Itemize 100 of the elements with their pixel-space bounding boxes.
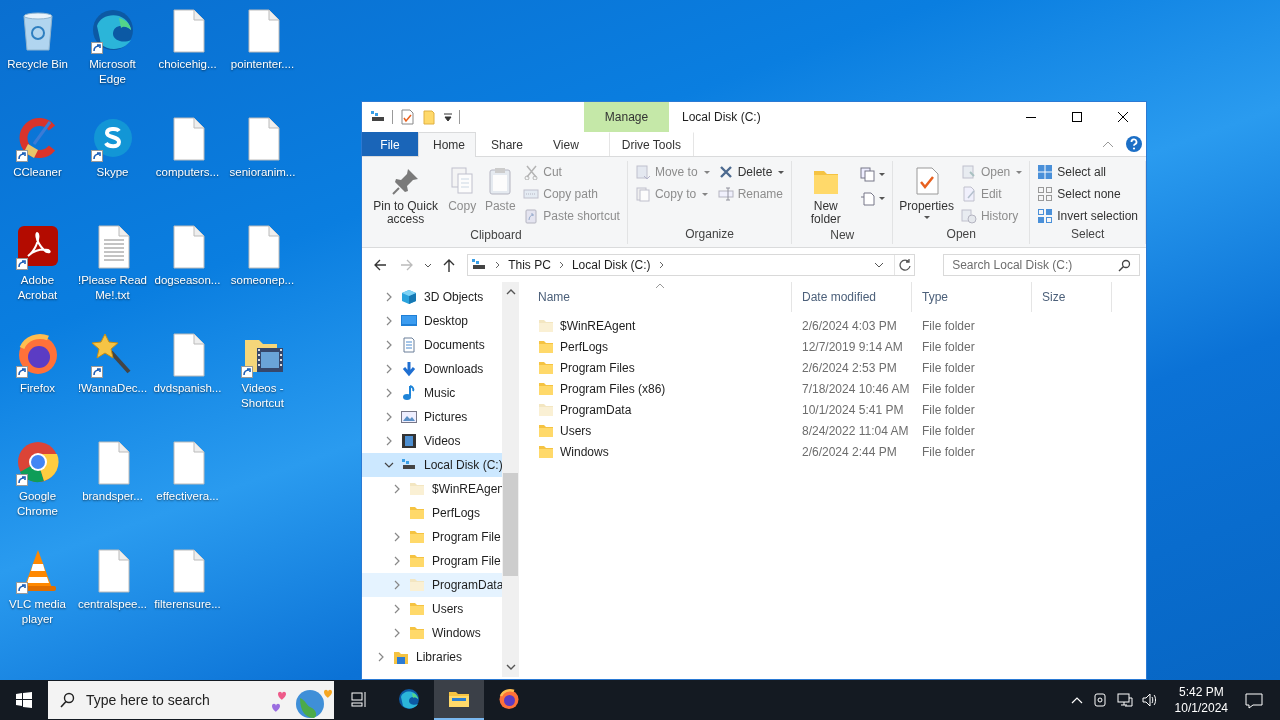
windows-logo-icon — [16, 692, 32, 708]
column-header[interactable]: Type — [912, 282, 1032, 312]
column-header[interactable]: Date modified — [792, 282, 912, 312]
scissors-icon — [523, 164, 540, 180]
chevron-right-icon — [392, 532, 402, 542]
desktop-icon-label[interactable]: Recycle Bin — [7, 57, 68, 72]
file-name[interactable]: Program Files — [560, 360, 635, 375]
file-name[interactable]: PerfLogs — [560, 339, 609, 354]
type-cell-text: File folder — [921, 318, 976, 333]
taskbar-search-field[interactable]: Type here to search — [86, 692, 246, 708]
desktop-icon-label[interactable]: !WannaDec... — [77, 381, 148, 396]
ribbon-button[interactable]: Pin to Quick access — [369, 161, 443, 228]
taskbar-search-box[interactable]: Type here to search — [48, 681, 334, 719]
type-cell-text: File folder — [921, 360, 976, 375]
tree-item[interactable]: ProgramData — [362, 573, 502, 597]
desktop-icon-label[interactable]: dvdspanish... — [153, 381, 222, 396]
desktop-icon-label[interactable]: Adobe Acrobat — [0, 273, 75, 303]
tree-item[interactable]: 3D Objects — [362, 285, 502, 309]
tree-item[interactable]: PerfLogs — [362, 501, 502, 525]
tree-item[interactable]: Documents — [362, 333, 502, 357]
scrollbar-thumb[interactable] — [503, 473, 518, 576]
breadcrumb[interactable]: Local Disk (C:) — [571, 258, 651, 272]
address-bar[interactable]: This PC Local Disk (C:) — [467, 254, 916, 276]
desktop-icon-label[interactable]: choicehig... — [158, 57, 217, 72]
folder-icon — [409, 553, 425, 569]
ribbon-group-label: Organize — [684, 227, 735, 243]
tree-item[interactable]: Local Disk (C:) — [362, 453, 502, 477]
file-name[interactable]: $WinREAgent — [560, 318, 636, 333]
dropdown-caret-icon — [923, 216, 930, 219]
desktop-icon-label[interactable]: Microsoft Edge — [75, 57, 150, 87]
folder-icon — [409, 529, 425, 545]
tree-item[interactable]: Desktop — [362, 309, 502, 333]
file-explorer-taskbar-button[interactable] — [434, 680, 484, 720]
ribbon-group-label: Open — [945, 227, 977, 243]
file-name[interactable]: Windows — [560, 444, 609, 459]
search-icon — [60, 692, 76, 708]
collapse-ribbon-icon — [1102, 140, 1114, 148]
tree-item[interactable]: $WinREAgen — [362, 477, 502, 501]
select-none-icon — [1037, 186, 1054, 202]
tree-item[interactable]: Pictures — [362, 405, 502, 429]
desktop-icon-label[interactable]: pointenter.... — [230, 57, 295, 72]
ribbon-button[interactable]: Invert selection — [1034, 205, 1141, 227]
ribbon-tab[interactable]: File — [362, 132, 418, 156]
download-arrow-icon — [401, 361, 417, 377]
dropdown-caret-icon — [879, 172, 886, 176]
desktop-icon-label[interactable]: filterensure... — [154, 597, 221, 612]
file-name[interactable]: Users — [560, 423, 592, 438]
search-box[interactable]: Search Local Disk (C:) — [943, 254, 1140, 276]
dropdown-caret-icon — [1016, 170, 1023, 174]
chevron-right-icon — [658, 261, 664, 269]
easy-access-icon — [860, 190, 877, 206]
forward-arrow-icon — [399, 259, 413, 271]
ribbon-tab[interactable]: Drive Tools — [608, 132, 694, 156]
clock-time[interactable]: 5:42 PM — [1178, 684, 1224, 700]
ribbon-button[interactable]: Delete — [714, 161, 788, 183]
chevron-right-icon — [384, 436, 394, 446]
desktop-icon-label[interactable]: senioranim... — [229, 165, 296, 180]
desktop-icon-label[interactable]: Firefox — [19, 381, 56, 396]
date-cell-text: 2/6/2024 2:44 PM — [801, 444, 898, 459]
ribbon-button[interactable]: New folder — [796, 161, 856, 228]
ribbon-button[interactable]: Select none — [1034, 183, 1141, 205]
dropdown-caret-icon — [879, 196, 886, 200]
up-arrow-icon — [443, 258, 456, 272]
history-icon — [960, 208, 977, 224]
scrollbar[interactable] — [502, 282, 519, 677]
file-name[interactable]: Program Files (x86) — [560, 381, 666, 396]
ribbon-button[interactable]: Select all — [1034, 161, 1141, 183]
meet-now-icon — [1091, 692, 1108, 708]
column-header[interactable]: Name — [528, 282, 792, 312]
ribbon-tab[interactable]: Home — [418, 132, 476, 157]
ribbon-tab[interactable]: View — [538, 132, 594, 156]
chevron-down-icon — [423, 262, 432, 268]
breadcrumb[interactable]: This PC — [508, 258, 551, 272]
tree-item[interactable]: Music — [362, 381, 502, 405]
tree-item[interactable]: Downloads — [362, 357, 502, 381]
rename-icon — [717, 186, 734, 202]
ribbon-button[interactable]: Properties — [897, 161, 956, 221]
desktop-icon-label[interactable]: someonep... — [230, 273, 295, 288]
desktop-icon-label[interactable]: Skype — [96, 165, 129, 180]
file-name[interactable]: ProgramData — [560, 402, 632, 417]
ribbon-tab[interactable]: Share — [476, 132, 539, 156]
desktop-icon-label[interactable]: computers... — [155, 165, 220, 180]
desktop-icon-label[interactable]: CCleaner — [13, 165, 62, 180]
tree-item[interactable]: Program File — [362, 549, 502, 573]
clock-date[interactable]: 10/1/2024 — [1174, 700, 1228, 716]
chevron-right-icon — [392, 628, 402, 638]
tree-item[interactable]: Windows — [362, 621, 502, 645]
date-cell-text: 8/24/2022 11:04 AM — [801, 423, 910, 438]
tree-item[interactable]: Users — [362, 597, 502, 621]
chevron-down-icon — [384, 460, 394, 470]
column-header[interactable]: Size — [1032, 282, 1112, 312]
folder-icon — [409, 601, 425, 617]
picture-icon — [401, 409, 417, 425]
desktop-icon-label[interactable]: dogseason... — [154, 273, 221, 288]
desktop-icon-label[interactable]: !Please Read Me!.txt — [75, 273, 150, 303]
dropdown-caret-icon — [778, 170, 785, 174]
tree-item[interactable]: Videos — [362, 429, 502, 453]
type-cell-text: File folder — [921, 339, 976, 354]
tree-item[interactable]: Program File — [362, 525, 502, 549]
tree-item[interactable]: Libraries — [362, 645, 502, 669]
